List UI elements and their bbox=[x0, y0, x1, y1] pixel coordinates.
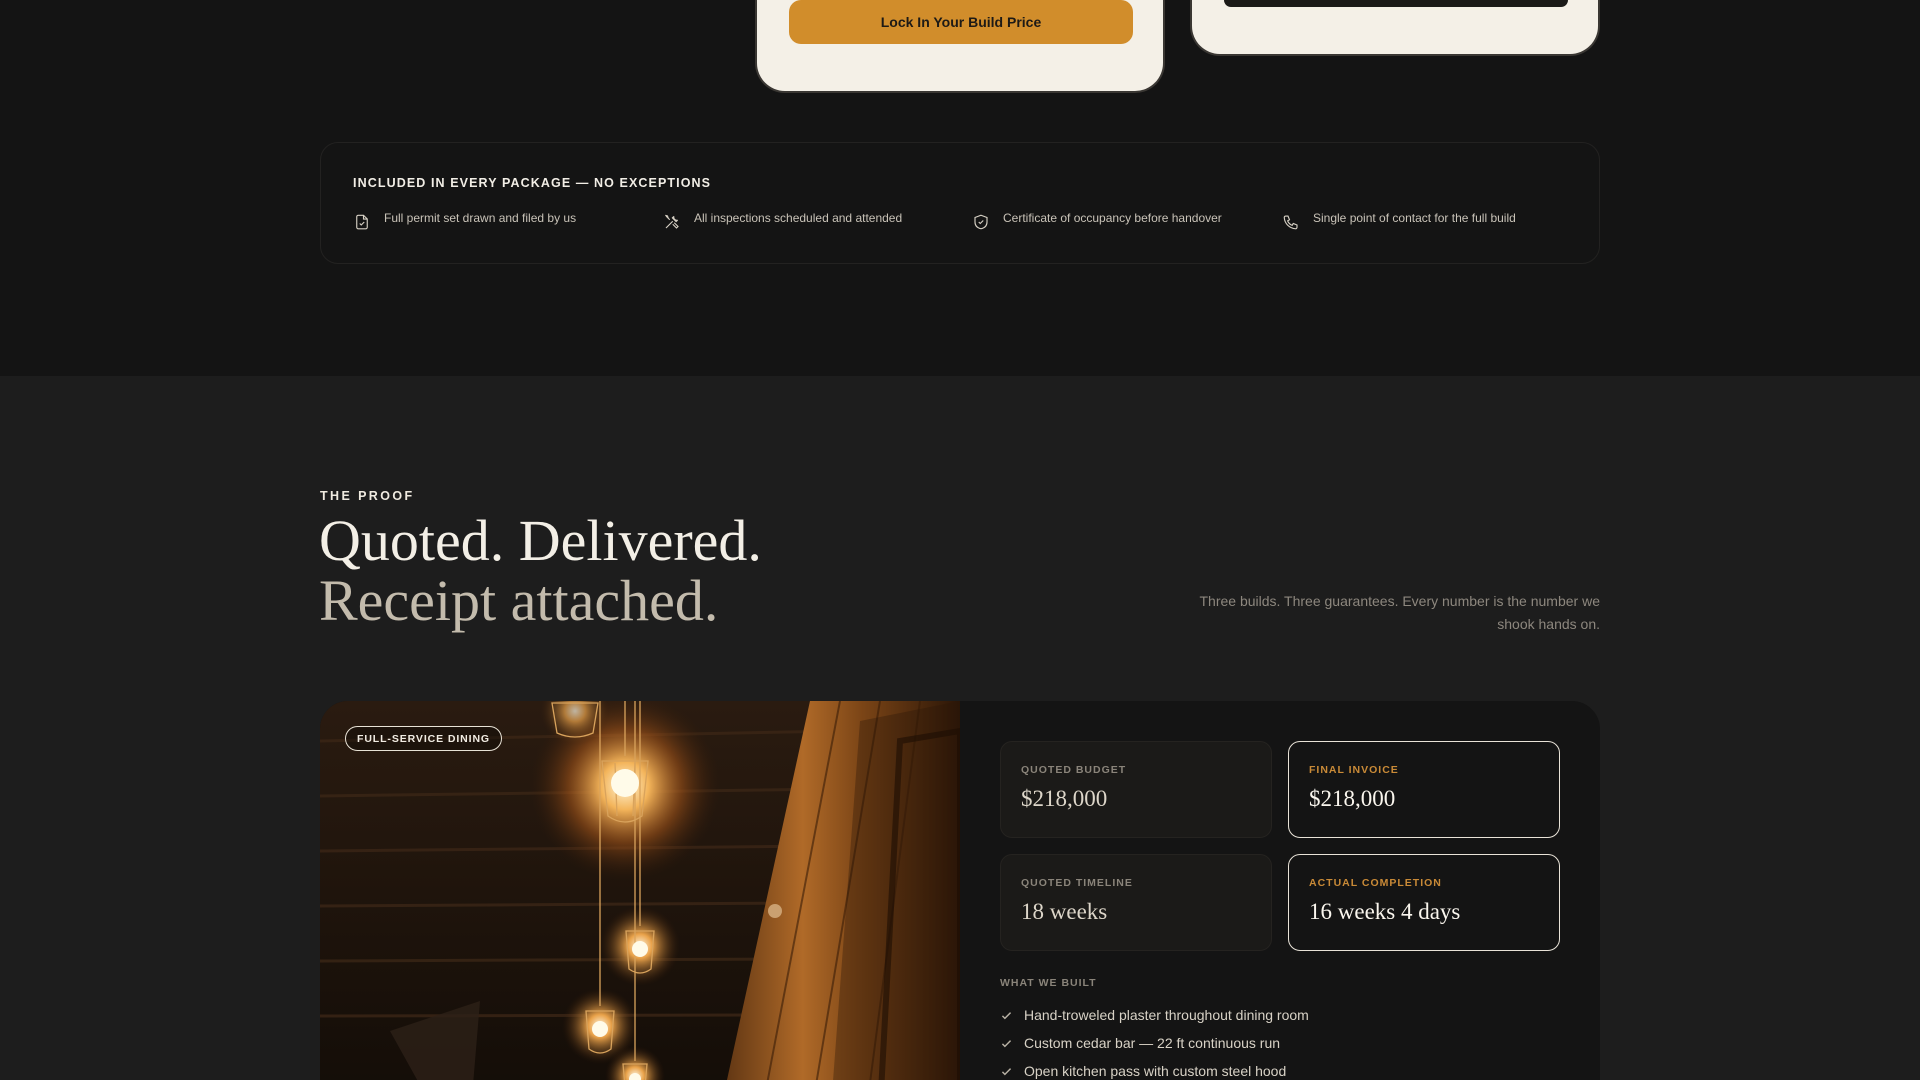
included-title: INCLUDED IN EVERY PACKAGE — NO EXCEPTION… bbox=[353, 176, 712, 190]
stat-value: 18 weeks bbox=[1021, 899, 1108, 924]
what-we-built-label: WHAT WE BUILT bbox=[1000, 977, 1097, 989]
section-eyebrow: THE PROOF bbox=[320, 489, 415, 503]
headline-line-2: Receipt attached. bbox=[319, 568, 719, 633]
check-icon bbox=[1001, 1067, 1012, 1075]
included-package-box: INCLUDED IN EVERY PACKAGE — NO EXCEPTION… bbox=[320, 142, 1600, 264]
restaurant-photo: FULL-SERVICE DINING bbox=[320, 701, 960, 1080]
proof-section: THE PROOF Quoted. Delivered. Receipt att… bbox=[0, 376, 1920, 1080]
pricing-card-secondary bbox=[1190, 0, 1600, 56]
included-item-label: Full permit set drawn and filed by us bbox=[384, 211, 577, 225]
stat-quoted-budget: QUOTED BUDGET $218,000 bbox=[1000, 741, 1272, 838]
stat-label: QUOTED BUDGET bbox=[1021, 764, 1127, 776]
check-icon bbox=[1001, 1039, 1012, 1047]
tools-icon bbox=[665, 214, 679, 229]
included-item-permit: Full permit set drawn and filed by us bbox=[353, 211, 576, 231]
stat-actual-completion: ACTUAL COMPLETION 16 weeks 4 days bbox=[1288, 854, 1560, 951]
restaurant-interior-image bbox=[320, 701, 960, 1080]
check-icon bbox=[1001, 1011, 1012, 1019]
case-study-card: FULL-SERVICE DINING QUOTED BUDGET $218,0… bbox=[320, 701, 1600, 1080]
lock-in-build-price-button[interactable]: Lock In Your Build Price bbox=[789, 0, 1133, 44]
stat-label: ACTUAL COMPLETION bbox=[1309, 877, 1442, 889]
list-item-label: Open kitchen pass with custom steel hood bbox=[1024, 1063, 1287, 1079]
pricing-section: Lock In Your Build Price INCLUDED IN EVE… bbox=[0, 0, 1920, 376]
list-item: Hand-troweled plaster throughout dining … bbox=[1000, 1001, 1309, 1029]
included-item-label: All inspections scheduled and attended bbox=[694, 211, 903, 225]
included-item-contact: Single point of contact for the full bui… bbox=[1282, 211, 1516, 231]
phone-icon bbox=[1283, 215, 1298, 230]
list-item-label: Hand-troweled plaster throughout dining … bbox=[1024, 1007, 1309, 1023]
stat-final-invoice: FINAL INVOICE $218,000 bbox=[1288, 741, 1560, 838]
stat-value: 16 weeks 4 days bbox=[1309, 899, 1461, 924]
pricing-card-featured: Lock In Your Build Price bbox=[755, 0, 1165, 93]
included-item-label: Certificate of occupancy before handover bbox=[1003, 211, 1222, 225]
included-item-certificate: Certificate of occupancy before handover bbox=[972, 211, 1222, 231]
included-item-inspections: All inspections scheduled and attended bbox=[663, 211, 902, 231]
pricing-card-button[interactable] bbox=[1224, 0, 1568, 7]
stat-label: FINAL INVOICE bbox=[1309, 764, 1399, 776]
document-check-icon bbox=[356, 214, 368, 230]
included-item-label: Single point of contact for the full bui… bbox=[1313, 211, 1516, 225]
category-badge: FULL-SERVICE DINING bbox=[345, 726, 502, 751]
headline-line-1: Quoted. Delivered. bbox=[319, 508, 762, 573]
stat-label: QUOTED TIMELINE bbox=[1021, 877, 1133, 889]
stat-quoted-timeline: QUOTED TIMELINE 18 weeks bbox=[1000, 854, 1272, 951]
section-headline: Quoted. Delivered. Receipt attached. bbox=[319, 511, 762, 631]
stat-value: $218,000 bbox=[1021, 786, 1108, 811]
list-item: Custom cedar bar — 22 ft continuous run bbox=[1000, 1029, 1309, 1057]
what-we-built-list: Hand-troweled plaster throughout dining … bbox=[1000, 1001, 1309, 1080]
section-intro: Three builds. Three guarantees. Every nu… bbox=[1199, 593, 1600, 632]
list-item: Open kitchen pass with custom steel hood bbox=[1000, 1057, 1309, 1080]
list-item-label: Custom cedar bar — 22 ft continuous run bbox=[1024, 1035, 1281, 1051]
shield-check-icon bbox=[974, 214, 988, 230]
stat-value: $218,000 bbox=[1309, 786, 1396, 811]
